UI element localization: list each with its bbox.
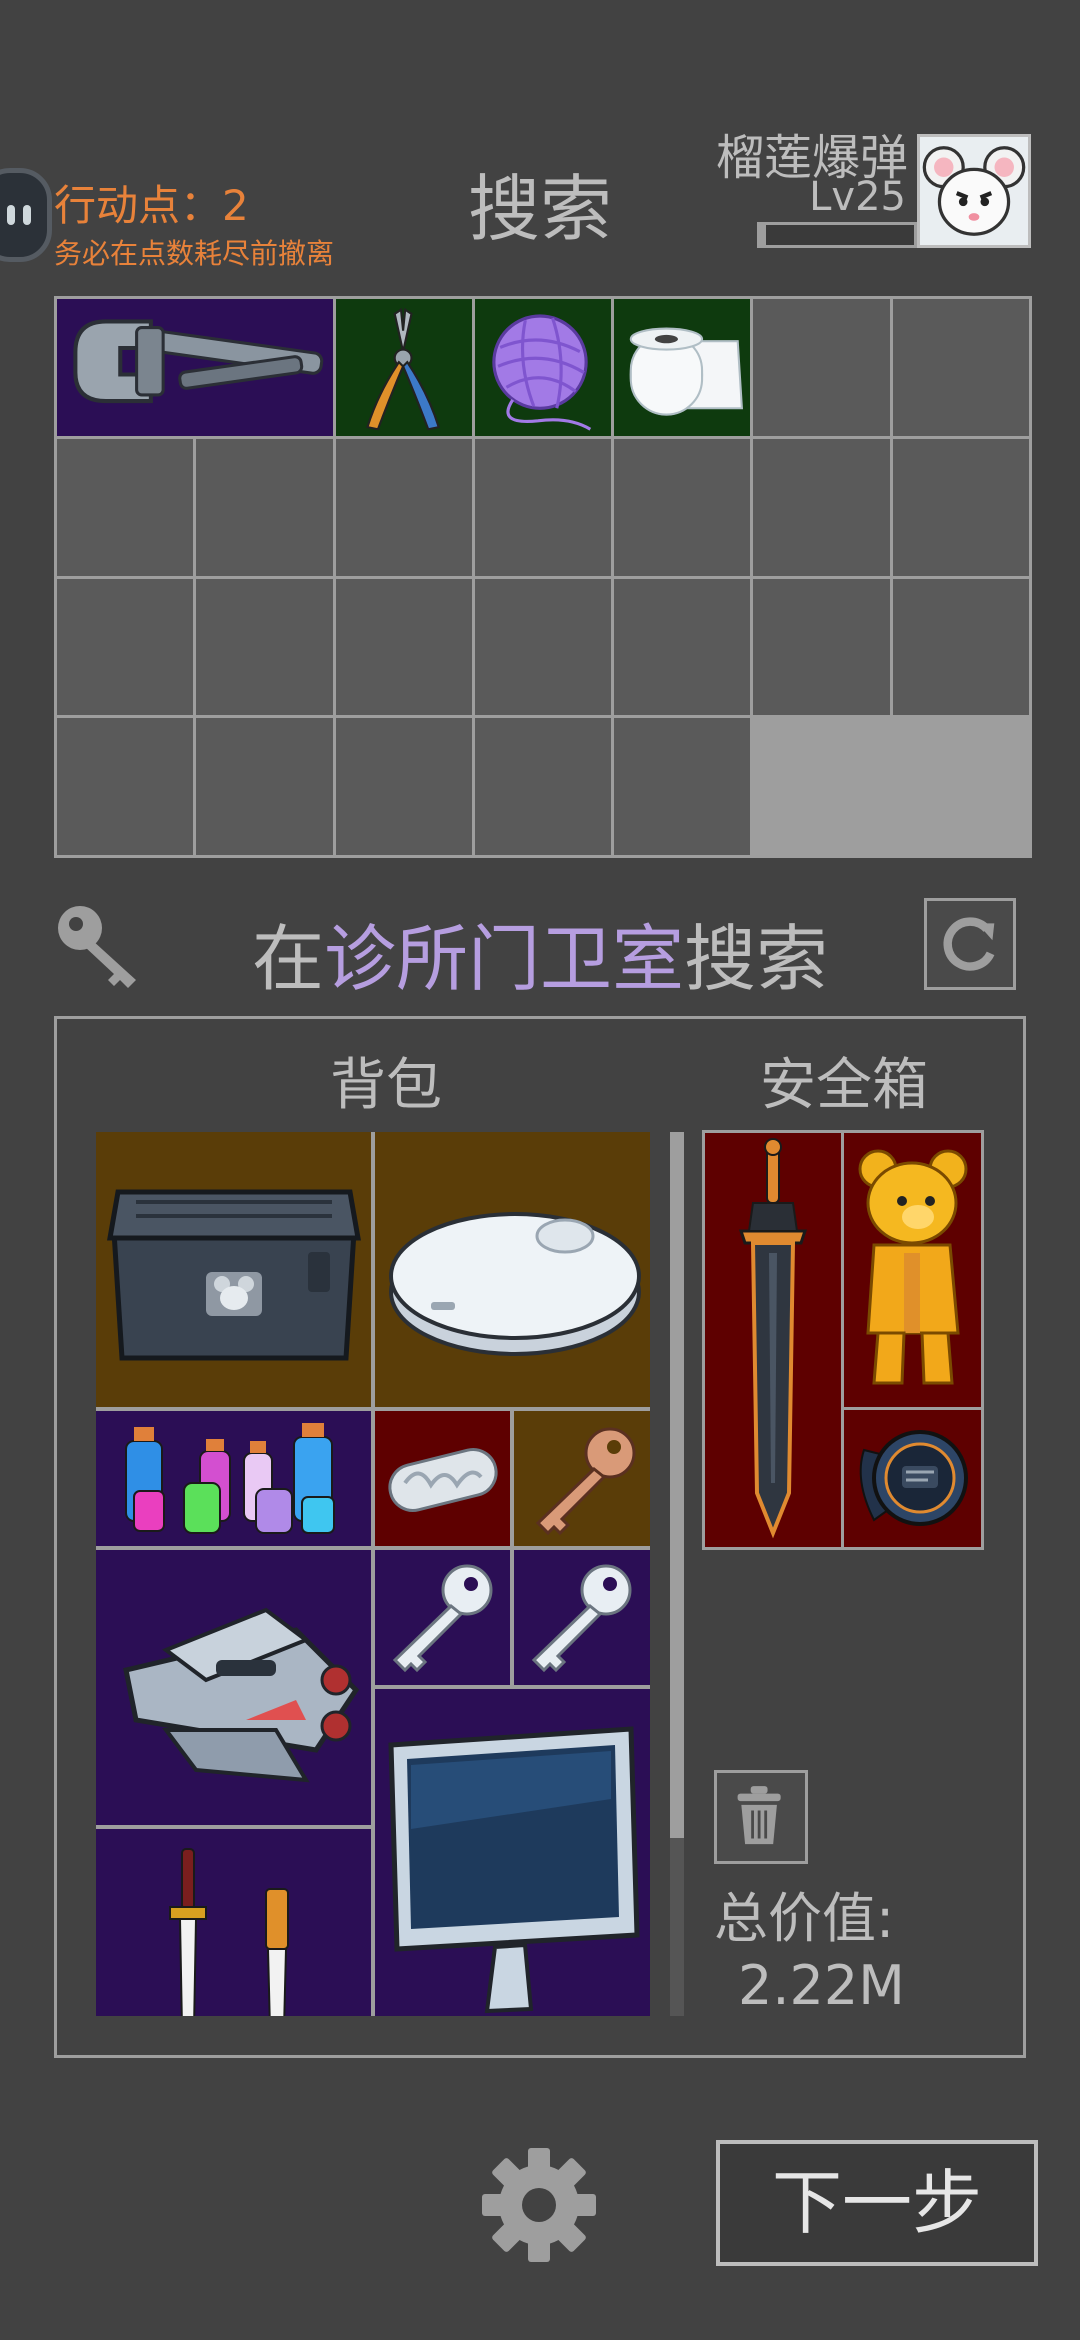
- search-suffix: 搜索: [684, 917, 829, 1001]
- next-step-button[interactable]: 下一步: [716, 2140, 1038, 2266]
- search-location: 诊所门卫室: [323, 917, 684, 1001]
- loot-slot-empty[interactable]: [335, 578, 472, 716]
- loot-slot-empty[interactable]: [196, 578, 333, 716]
- safebox-item-golden-bear[interactable]: [844, 1133, 981, 1407]
- search-prefix: 在: [251, 917, 324, 1001]
- loot-slot-empty[interactable]: [753, 438, 890, 576]
- loot-slot-empty[interactable]: [196, 438, 333, 576]
- loot-slot-empty[interactable]: [614, 578, 751, 716]
- watch-icon: [859, 1430, 968, 1526]
- loot-slot-empty[interactable]: [196, 718, 333, 855]
- copper-key-icon: [535, 1427, 636, 1536]
- player-level: Lv25: [809, 174, 906, 220]
- loot-item-yarn-ball[interactable]: [474, 299, 612, 436]
- player-avatar[interactable]: [917, 134, 1031, 248]
- safebox-label: 安全箱: [760, 1053, 928, 1118]
- backpack-grid[interactable]: [96, 1132, 650, 2016]
- sword-icon: [738, 1138, 808, 1539]
- loot-slot-empty[interactable]: [753, 299, 890, 436]
- spaceship-icon: [123, 1607, 360, 1783]
- trash-button[interactable]: [714, 1770, 808, 1864]
- total-value: 2.22M: [738, 1954, 905, 2017]
- potion-bottles-icon: [125, 1423, 335, 1534]
- search-location-title: 在诊所门卫室搜索: [0, 900, 1080, 1005]
- loot-slot-empty[interactable]: [614, 438, 751, 576]
- safebox-item-watch[interactable]: [844, 1410, 981, 1547]
- mouse-avatar-icon: [920, 137, 1028, 245]
- loot-slot-empty[interactable]: [57, 718, 194, 855]
- case-icon: [107, 1189, 361, 1361]
- pill-capsule-icon: [388, 1448, 498, 1512]
- total-value-label: 总价值:: [714, 1887, 895, 1950]
- pliers-icon: [365, 307, 440, 431]
- backpack-label: 背包: [330, 1053, 442, 1118]
- loot-slot-empty[interactable]: [614, 718, 751, 855]
- loot-slot-empty[interactable]: [335, 718, 472, 855]
- knives-icon: [169, 1848, 289, 2016]
- refresh-icon: [943, 917, 995, 971]
- backpack-item-silver-key[interactable]: [375, 1550, 510, 1685]
- backpack-item-potions[interactable]: [96, 1411, 371, 1546]
- loot-slot-empty[interactable]: [892, 299, 1029, 436]
- backpack-item-pill-capsule[interactable]: [375, 1411, 510, 1546]
- xp-bar: [757, 222, 917, 248]
- yarn-icon: [492, 314, 591, 431]
- settings-button[interactable]: [474, 2140, 604, 2270]
- toilet-paper-icon: [629, 327, 744, 416]
- loot-item-pliers[interactable]: [335, 299, 472, 436]
- loot-slot-empty[interactable]: [474, 718, 612, 855]
- golden-bear-icon: [858, 1149, 968, 1385]
- gear-icon: [482, 2148, 596, 2262]
- loot-slot-empty[interactable]: [474, 578, 612, 716]
- robot-vacuum-icon: [389, 1212, 641, 1356]
- loot-slot-empty[interactable]: [57, 438, 194, 576]
- loot-item-pipe-wrench[interactable]: [57, 299, 333, 436]
- wrench-icon: [73, 319, 324, 404]
- backpack-item-robot-vacuum[interactable]: [375, 1132, 650, 1407]
- loot-slot-empty[interactable]: [892, 578, 1029, 716]
- loot-item-toilet-paper[interactable]: [614, 299, 751, 436]
- loot-slot-empty[interactable]: [335, 438, 472, 576]
- backpack-item-knives[interactable]: [96, 1829, 371, 2016]
- silver-key-icon: [392, 1564, 493, 1673]
- silver-key-icon: [531, 1564, 632, 1673]
- xp-bar-fill: [760, 225, 767, 245]
- backpack-scrollbar-thumb[interactable]: [670, 1132, 684, 1838]
- trash-icon: [737, 1786, 781, 1845]
- backpack-item-spaceship[interactable]: [96, 1550, 371, 1825]
- refresh-button[interactable]: [924, 898, 1016, 990]
- loot-slot-empty[interactable]: [57, 578, 194, 716]
- loot-slot-empty[interactable]: [892, 438, 1029, 576]
- loot-slot-empty[interactable]: [474, 438, 612, 576]
- backpack-item-monitor[interactable]: [375, 1689, 650, 2016]
- loot-grid: [54, 296, 1032, 858]
- backpack-item-case[interactable]: [96, 1132, 371, 1407]
- loot-slot-empty[interactable]: [753, 578, 890, 716]
- safebox-grid[interactable]: [702, 1130, 984, 1550]
- safebox-item-sword[interactable]: [705, 1133, 841, 1547]
- monitor-icon: [388, 1726, 640, 2014]
- backpack-item-copper-key[interactable]: [514, 1411, 650, 1546]
- backpack-item-silver-key[interactable]: [514, 1550, 650, 1685]
